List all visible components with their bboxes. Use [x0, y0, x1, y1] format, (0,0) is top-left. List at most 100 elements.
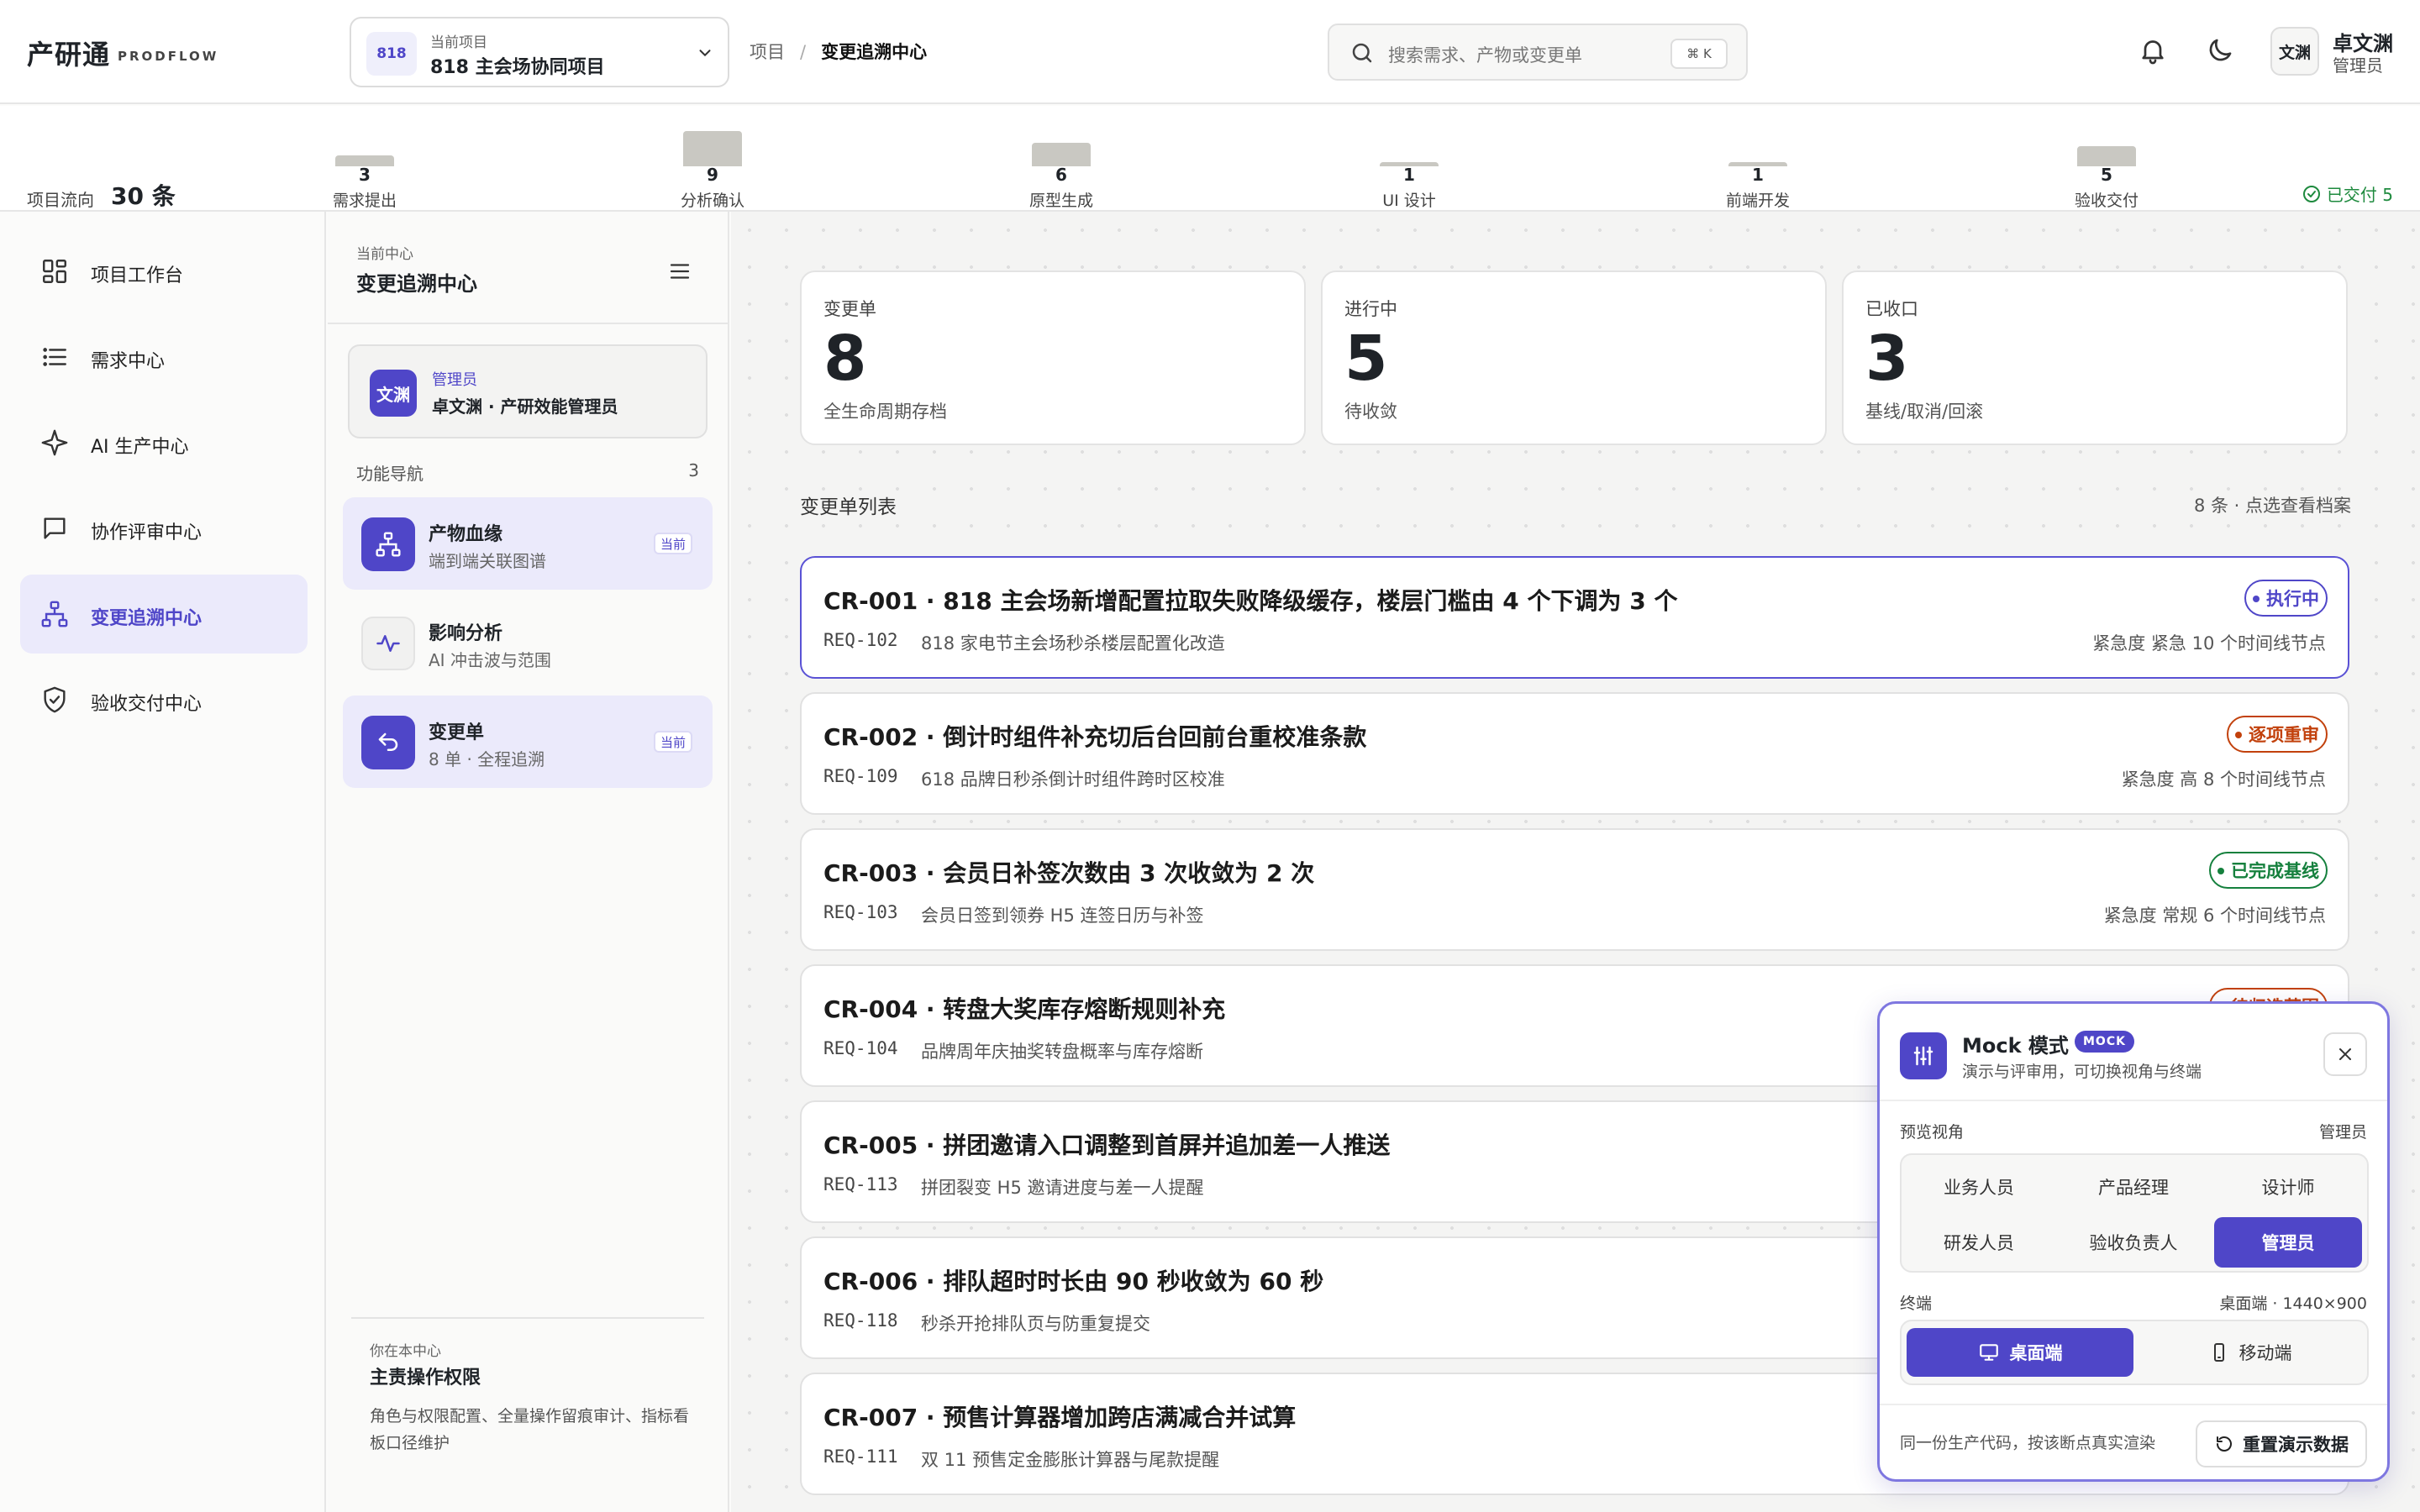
- stat-label: 变更单: [823, 299, 876, 319]
- status-badge: 逐项重审: [2227, 716, 2328, 753]
- divider: [1880, 1100, 2387, 1101]
- hierarchy-icon: [41, 601, 68, 627]
- change-order-title: CR-002 · 倒计时组件补充切后台回前台重校准条款: [823, 723, 1367, 751]
- flow-stage[interactable]: 3 需求提出: [314, 106, 415, 212]
- divider: [1880, 1404, 2387, 1405]
- breadcrumb-separator: /: [800, 42, 807, 62]
- flow-stage[interactable]: 1 UI 设计: [1359, 106, 1460, 212]
- breadcrumb-root[interactable]: 项目: [750, 42, 785, 62]
- sidebar-item-change-trace[interactable]: 变更追溯中心: [20, 575, 308, 654]
- function-item-lineage[interactable]: 产物血缘 端到端关联图谱 当前: [343, 497, 713, 590]
- project-caption: 当前项目: [430, 34, 487, 51]
- role-option-acceptance[interactable]: 验收负责人: [2060, 1217, 2207, 1268]
- flow-stage[interactable]: 6 原型生成: [1011, 106, 1112, 212]
- moon-icon[interactable]: [2205, 35, 2235, 66]
- sidebar-item-ai-production[interactable]: AI 生产中心: [20, 403, 308, 482]
- user-card: 文渊 管理员 卓文渊 · 产研效能管理员: [348, 344, 708, 438]
- change-order-meta: 紧急度 高 8 个时间线节点: [2121, 769, 2326, 790]
- flow-stage-name: 需求提出: [332, 192, 397, 210]
- breadcrumb: 项目 / 变更追溯中心: [750, 39, 927, 64]
- app-logo[interactable]: 产研通: [27, 34, 110, 72]
- function-item-change-orders[interactable]: 变更单 8 单 · 全程追溯 当前: [343, 696, 713, 788]
- function-item-impact[interactable]: 影响分析 AI 冲击波与范围: [343, 596, 713, 689]
- change-order-card[interactable]: CR-003 · 会员日补签次数由 3 次收敛为 2 次 REQ-103 会员日签到…: [800, 828, 2349, 951]
- stat-subtitle: 全生命周期存档: [823, 402, 947, 422]
- change-order-title: CR-004 · 转盘大奖库存熔断规则补充: [823, 995, 1226, 1023]
- subpanel-caption: 当前中心: [356, 246, 413, 263]
- flow-stage-bar: [1032, 143, 1091, 166]
- monitor-icon: [1979, 1344, 1998, 1361]
- stat-card-closed: 已收口 3 基线/取消/回滚: [1842, 270, 2348, 445]
- role-option-admin[interactable]: 管理员: [2214, 1217, 2362, 1268]
- menu-icon[interactable]: [667, 259, 692, 284]
- stat-subtitle: 基线/取消/回滚: [1865, 402, 1984, 422]
- search-input[interactable]: 搜索需求、产物或变更单: [1388, 42, 1582, 67]
- requirement-desc: 双 11 预售定金膨胀计算器与尾款提醒: [921, 1450, 1220, 1470]
- flow-stage-name: 前端开发: [1725, 192, 1790, 210]
- sidebar-item-review[interactable]: 协作评审中心: [20, 489, 308, 568]
- user-role: 管理员: [2333, 55, 2383, 76]
- user-card-role: 管理员: [432, 371, 477, 389]
- breadcrumb-current: 变更追溯中心: [821, 42, 928, 62]
- sidebar-item-workbench[interactable]: 项目工作台: [20, 232, 308, 311]
- requirement-desc: 818 家电节主会场秒杀楼层配置化改造: [921, 633, 1225, 654]
- function-nav-label: 功能导航: [356, 464, 424, 484]
- role-option-pm[interactable]: 产品经理: [2060, 1162, 2207, 1212]
- role-option-business[interactable]: 业务人员: [1905, 1162, 2053, 1212]
- change-order-title: CR-003 · 会员日补签次数由 3 次收敛为 2 次: [823, 859, 1315, 887]
- change-order-meta: 紧急度 紧急 10 个时间线节点: [2092, 633, 2326, 654]
- project-name: 818 主会场协同项目: [430, 57, 605, 78]
- flow-stage-count: 1: [1752, 165, 1764, 185]
- flow-stage[interactable]: 1 前端开发: [1707, 106, 1808, 212]
- list-icon: [43, 348, 66, 366]
- project-badge: 818: [366, 32, 417, 76]
- change-order-card[interactable]: CR-002 · 倒计时组件补充切后台回前台重校准条款 REQ-109 618 品牌…: [800, 692, 2349, 815]
- project-selector[interactable]: 818 当前项目 818 主会场协同项目: [350, 17, 729, 87]
- list-meta: 8 条 · 点选查看档案: [2193, 496, 2351, 516]
- role-option-designer[interactable]: 设计师: [2214, 1162, 2362, 1212]
- stat-value: 8: [823, 323, 867, 395]
- status-badge: 执行中: [2244, 580, 2328, 617]
- sidebar-item-requirements[interactable]: 需求中心: [20, 318, 308, 396]
- shield-icon: [44, 686, 66, 713]
- mock-mode-panel: Mock 模式 MOCK 演示与评审用，可切换视角与终端 预览视角 管理员 业务…: [1877, 1001, 2390, 1482]
- requirement-id: REQ-118: [823, 1310, 898, 1331]
- terminal-option-desktop[interactable]: 桌面端: [1907, 1328, 2133, 1377]
- avatar[interactable]: 文渊: [2270, 27, 2319, 76]
- function-nav-count: 3: [688, 460, 699, 480]
- terminal-value: 桌面端 · 1440×900: [2219, 1294, 2367, 1313]
- bell-icon[interactable]: [2138, 35, 2168, 66]
- role-selector: 业务人员 产品经理 设计师 研发人员 验收负责人 管理员: [1900, 1153, 2369, 1273]
- phone-icon: [2213, 1343, 2224, 1362]
- permission-description: 角色与权限配置、全量操作留痕审计、指标看板口径维护: [370, 1407, 690, 1452]
- change-order-title: CR-007 · 预售计算器增加跨店满减合并试算: [823, 1404, 1297, 1431]
- status-badge: 已完成基线: [2209, 852, 2328, 889]
- requirement-desc: 品牌周年庆抽奖转盘概率与库存熔断: [921, 1042, 1203, 1062]
- flow-stage-count: 9: [707, 165, 718, 185]
- requirement-id: REQ-104: [823, 1038, 898, 1058]
- flow-stage[interactable]: 5 验收交付: [2056, 106, 2157, 212]
- permission-title: 主责操作权限: [370, 1368, 481, 1389]
- delivered-status: 已交付 5: [2302, 181, 2393, 206]
- list-title: 变更单列表: [800, 496, 897, 518]
- function-item-title: 产物血缘: [429, 524, 503, 545]
- view-value: 管理员: [2318, 1123, 2367, 1142]
- search-bar[interactable]: 搜索需求、产物或变更单 ⌘ K: [1328, 24, 1748, 81]
- terminal-option-mobile[interactable]: 移动端: [2137, 1328, 2364, 1377]
- flow-stage-name: UI 设计: [1382, 192, 1436, 210]
- role-option-developer[interactable]: 研发人员: [1905, 1217, 2053, 1268]
- reset-label: 重置演示数据: [2243, 1435, 2349, 1455]
- sidebar-item-acceptance[interactable]: 验收交付中心: [20, 660, 308, 739]
- avatar: 文渊: [370, 370, 417, 417]
- refresh-icon: [2217, 1436, 2232, 1452]
- divider: [351, 1317, 704, 1319]
- sidebar-item-label: 变更追溯中心: [91, 608, 203, 629]
- close-button[interactable]: [2323, 1032, 2367, 1076]
- undo-icon: [361, 716, 415, 769]
- change-order-card[interactable]: CR-001 · 818 主会场新增配置拉取失败降级缓存，楼层门槛由 4 个下调…: [800, 556, 2349, 679]
- change-order-title: CR-001 · 818 主会场新增配置拉取失败降级缓存，楼层门槛由 4 个下调…: [823, 587, 1678, 615]
- terminal-selector: 桌面端 移动端: [1900, 1320, 2369, 1385]
- flow-stage-name: 原型生成: [1028, 192, 1093, 210]
- reset-demo-button[interactable]: 重置演示数据: [2196, 1420, 2367, 1467]
- flow-stage[interactable]: 9 分析确认: [662, 106, 763, 212]
